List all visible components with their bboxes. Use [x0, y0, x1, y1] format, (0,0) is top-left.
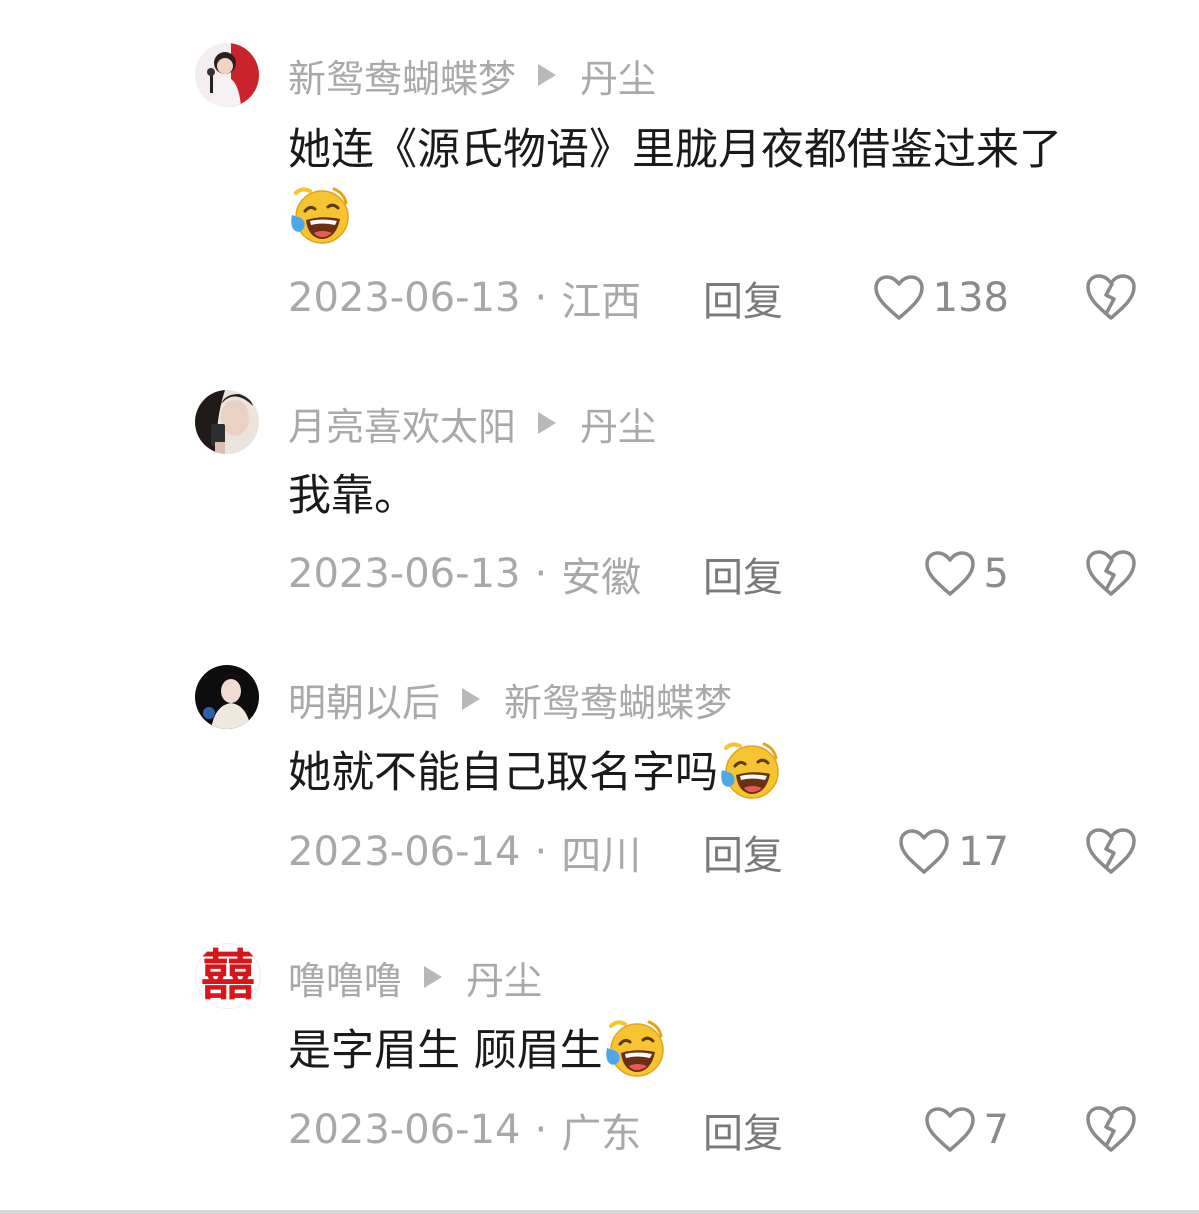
bottom-divider	[0, 1210, 1199, 1214]
reply-to-name[interactable]: 新鸳鸯蝴蝶梦	[504, 672, 732, 727]
comment-text-content: 她连《源氏物语》里胧月夜都借鉴过来了	[288, 125, 1062, 175]
avatar[interactable]: 囍	[195, 943, 261, 1009]
comment-text-content: 是字眉生 顾眉生	[288, 1026, 603, 1076]
heart-outline-icon	[924, 1106, 976, 1154]
comment-text: 她就不能自己取名字吗	[288, 739, 1148, 808]
laugh-cry-emoji	[288, 185, 352, 249]
like-button[interactable]: 17	[898, 825, 1009, 879]
reply-button[interactable]: 回复	[703, 1105, 783, 1157]
reply-to-name[interactable]: 丹尘	[466, 950, 542, 1005]
comment-location: 安徽	[561, 555, 642, 601]
meta-separator: ·	[534, 551, 548, 597]
avatar[interactable]	[195, 665, 259, 729]
meta-separator: ·	[534, 1107, 548, 1153]
comment-header: 噜噜噜 丹尘	[288, 953, 542, 1003]
broken-heart-icon[interactable]	[1085, 826, 1137, 876]
comment-location: 江西	[561, 279, 642, 325]
comment-header: 新鸳鸯蝴蝶梦 丹尘	[288, 51, 656, 101]
author-name[interactable]: 明朝以后	[288, 672, 440, 727]
comment-location: 四川	[561, 833, 642, 879]
heart-outline-icon	[898, 828, 950, 876]
comment-text-content: 她就不能自己取名字吗	[288, 748, 718, 798]
comment-meta: 2023-06-14 · 四川	[288, 827, 641, 879]
comment-text: 是字眉生 顾眉生	[288, 1017, 1148, 1086]
comment-date: 2023-06-13	[288, 551, 521, 597]
comment-date: 2023-06-14	[288, 1107, 521, 1153]
broken-heart-icon[interactable]	[1085, 1104, 1137, 1154]
avatar[interactable]	[195, 43, 259, 107]
comment-text: 我靠。	[288, 462, 1148, 530]
triangle-arrow-icon	[538, 64, 557, 86]
laugh-cry-emoji	[718, 740, 782, 804]
comment-meta: 2023-06-13 · 江西	[288, 273, 641, 325]
triangle-arrow-icon	[424, 966, 443, 988]
triangle-arrow-icon	[462, 688, 481, 710]
heart-outline-icon	[924, 550, 976, 598]
comment-meta: 2023-06-14 · 广东	[288, 1105, 641, 1157]
broken-heart-icon[interactable]	[1085, 548, 1137, 598]
heart-outline-icon	[873, 274, 925, 322]
like-button[interactable]: 138	[873, 271, 1009, 325]
like-count: 138	[932, 275, 1009, 321]
broken-heart-icon[interactable]	[1085, 272, 1137, 322]
comment-header: 明朝以后 新鸳鸯蝴蝶梦	[288, 675, 732, 725]
comment-text: 她连《源氏物语》里胧月夜都借鉴过来了	[288, 116, 1148, 253]
comment-date: 2023-06-14	[288, 829, 521, 875]
avatar[interactable]	[195, 390, 259, 454]
comment-meta: 2023-06-13 · 安徽	[288, 549, 641, 601]
meta-separator: ·	[534, 275, 548, 321]
like-count: 7	[983, 1107, 1009, 1153]
comment-text-content: 我靠。	[288, 471, 417, 521]
reply-button[interactable]: 回复	[703, 273, 783, 325]
reply-to-name[interactable]: 丹尘	[580, 48, 656, 103]
reply-button[interactable]: 回复	[703, 827, 783, 879]
like-count: 5	[983, 551, 1009, 597]
author-name[interactable]: 噜噜噜	[288, 950, 402, 1005]
triangle-arrow-icon	[538, 412, 557, 434]
like-button[interactable]: 7	[924, 1103, 1009, 1157]
author-name[interactable]: 月亮喜欢太阳	[288, 396, 516, 451]
author-name[interactable]: 新鸳鸯蝴蝶梦	[288, 48, 516, 103]
comment-header: 月亮喜欢太阳 丹尘	[288, 399, 656, 449]
meta-separator: ·	[534, 829, 548, 875]
reply-to-name[interactable]: 丹尘	[580, 396, 656, 451]
like-button[interactable]: 5	[924, 547, 1009, 601]
comment-location: 广东	[561, 1111, 642, 1157]
laugh-cry-emoji	[603, 1018, 667, 1082]
like-count: 17	[958, 829, 1009, 875]
double-happiness-glyph: 囍	[201, 944, 255, 1007]
reply-button[interactable]: 回复	[703, 549, 783, 601]
comment-date: 2023-06-13	[288, 275, 521, 321]
